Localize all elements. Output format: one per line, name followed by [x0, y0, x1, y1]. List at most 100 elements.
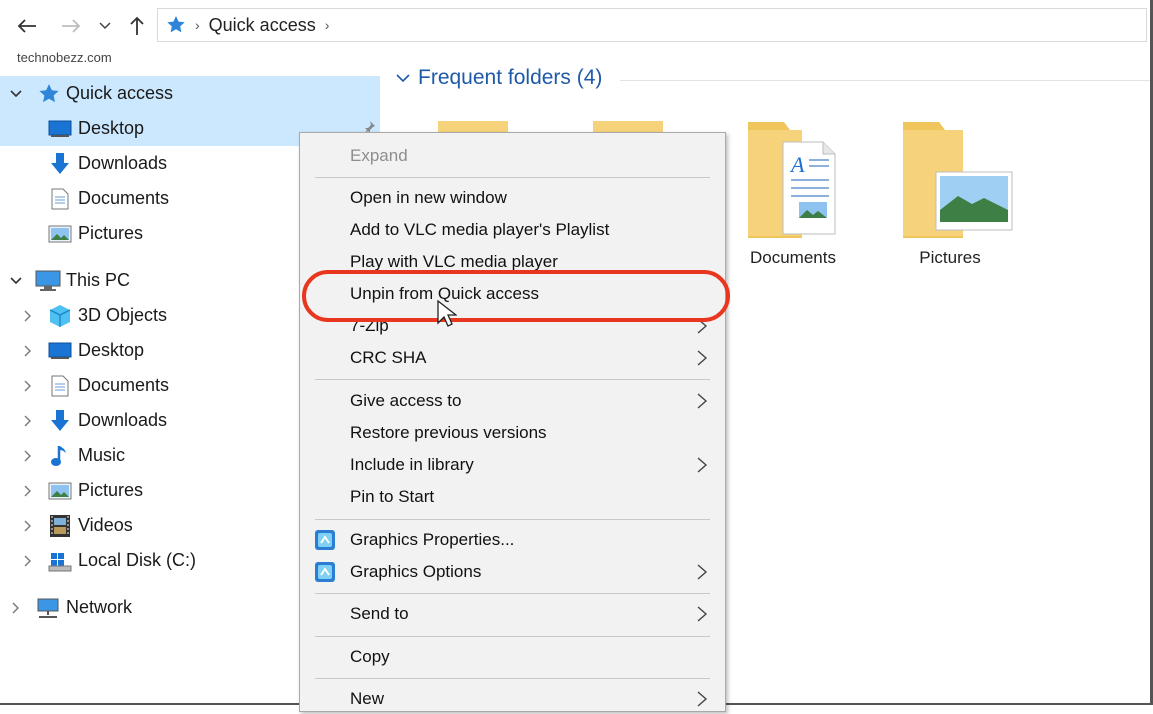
menu-item-label: Include in library	[350, 455, 474, 474]
nav-label: Documents	[78, 375, 170, 395]
menu-item-include-library[interactable]: Include in library	[300, 450, 725, 480]
submenu-chevron-icon	[697, 457, 708, 473]
submenu-chevron-icon	[697, 350, 708, 366]
nav-label: Desktop	[78, 340, 145, 360]
pictures-folder-icon	[903, 122, 1013, 238]
chevron-right-icon[interactable]	[21, 555, 35, 567]
menu-separator	[315, 519, 710, 520]
menu-item-label: Open in new window	[350, 188, 507, 207]
nav-label: Desktop	[78, 118, 145, 138]
download-arrow-icon	[47, 408, 73, 434]
document-icon	[47, 186, 73, 212]
menu-item-label: Graphics Options	[350, 562, 482, 581]
nav-label: Network	[66, 597, 133, 617]
chevron-right-icon[interactable]	[21, 485, 35, 497]
menu-item-copy[interactable]: Copy	[300, 642, 725, 672]
submenu-chevron-icon	[697, 564, 708, 580]
computer-icon	[35, 268, 61, 294]
menu-item-label: Give access to	[350, 391, 462, 410]
submenu-chevron-icon	[697, 606, 708, 622]
chevron-right-icon[interactable]	[21, 345, 35, 357]
nav-label: Local Disk (C:)	[78, 550, 197, 570]
arrow-right-icon	[62, 19, 81, 33]
menu-item-restore-versions[interactable]: Restore previous versions	[300, 418, 725, 448]
nav-label: 3D Objects	[78, 305, 168, 325]
menu-separator	[315, 177, 710, 178]
chevron-down-icon[interactable]	[9, 89, 23, 98]
menu-separator	[315, 636, 710, 637]
quick-access-star-icon	[167, 16, 185, 33]
address-bar[interactable]: › Quick access ›	[157, 8, 1147, 42]
svg-text:A: A	[789, 152, 805, 177]
intel-graphics-icon	[315, 530, 335, 550]
documents-folder-icon: A	[748, 122, 836, 238]
breadcrumb-separator-icon: ›	[195, 17, 200, 33]
pictures-icon	[47, 221, 73, 247]
menu-item-label: Send to	[350, 604, 409, 623]
nav-label: Downloads	[78, 153, 168, 173]
chevron-right-icon[interactable]	[21, 380, 35, 392]
address-row: › Quick access ›	[0, 0, 1150, 52]
submenu-chevron-icon	[697, 318, 708, 334]
chevron-down-icon	[99, 22, 111, 30]
network-icon	[35, 595, 61, 621]
recent-locations-button[interactable]	[94, 12, 116, 40]
forward-button[interactable]	[54, 12, 88, 40]
watermark: technobezz.com	[17, 50, 112, 65]
desktop-icon	[47, 116, 73, 142]
breadcrumb-quick-access[interactable]: Quick access	[209, 15, 316, 36]
context-menu: Expand Open in new window Add to VLC med…	[299, 132, 726, 712]
mouse-pointer-icon	[437, 300, 457, 327]
nav-label: Documents	[78, 188, 170, 208]
menu-item-7zip[interactable]: 7-Zip	[300, 311, 725, 341]
chevron-right-icon[interactable]	[21, 520, 35, 532]
menu-item-send-to[interactable]: Send to	[300, 599, 725, 629]
menu-item-graphics-properties[interactable]: Graphics Properties...	[300, 525, 725, 555]
document-icon	[47, 373, 73, 399]
arrow-left-icon	[17, 19, 36, 33]
nav-label: Downloads	[78, 410, 168, 430]
frequent-folders-header[interactable]: Frequent folders (4)	[396, 66, 602, 90]
submenu-chevron-icon	[697, 393, 708, 409]
menu-item-label: Pin to Start	[350, 487, 435, 506]
menu-item-play-vlc[interactable]: Play with VLC media player	[300, 247, 725, 277]
film-strip-icon	[47, 513, 73, 539]
menu-item-new[interactable]: New	[300, 684, 725, 714]
menu-item-graphics-options[interactable]: Graphics Options	[300, 557, 725, 587]
nav-label: Videos	[78, 515, 133, 535]
breadcrumb-separator-icon[interactable]: ›	[325, 17, 330, 33]
menu-item-give-access[interactable]: Give access to	[300, 386, 725, 416]
menu-separator	[315, 678, 710, 679]
menu-item-label: Copy	[350, 647, 390, 666]
folder-label-documents: Documents	[750, 248, 836, 267]
download-arrow-icon	[47, 151, 73, 177]
menu-item-crc-sha[interactable]: CRC SHA	[300, 343, 725, 373]
menu-item-pin-to-start[interactable]: Pin to Start	[300, 482, 725, 512]
menu-item-unpin-quick-access[interactable]: Unpin from Quick access	[300, 279, 725, 309]
chevron-right-icon[interactable]	[21, 310, 35, 322]
menu-item-label: CRC SHA	[350, 348, 427, 367]
nav-label: Pictures	[78, 480, 144, 500]
menu-item-label: Expand	[350, 146, 408, 165]
nav-label: Music	[78, 445, 126, 465]
cube-3d-icon	[47, 303, 73, 329]
back-button[interactable]	[10, 12, 44, 40]
up-button[interactable]	[122, 12, 152, 40]
intel-graphics-icon	[315, 562, 335, 582]
menu-separator	[315, 379, 710, 380]
group-title: Frequent folders (4)	[418, 66, 603, 89]
chevron-down-icon	[396, 73, 410, 82]
menu-item-open-new-window[interactable]: Open in new window	[300, 183, 725, 213]
menu-item-label: 7-Zip	[350, 316, 389, 335]
pictures-icon	[47, 478, 73, 504]
chevron-right-icon[interactable]	[21, 415, 35, 427]
chevron-down-icon[interactable]	[9, 276, 23, 285]
chevron-right-icon[interactable]	[21, 450, 35, 462]
menu-item-label: Add to VLC media player's Playlist	[350, 220, 610, 239]
menu-item-add-vlc-playlist[interactable]: Add to VLC media player's Playlist	[300, 215, 725, 245]
nav-quick-access[interactable]: Quick access	[0, 76, 380, 111]
chevron-right-icon[interactable]	[9, 602, 23, 614]
folder-label-pictures: Pictures	[919, 248, 981, 267]
menu-item-label: Play with VLC media player	[350, 252, 558, 271]
hard-drive-icon	[47, 548, 73, 574]
